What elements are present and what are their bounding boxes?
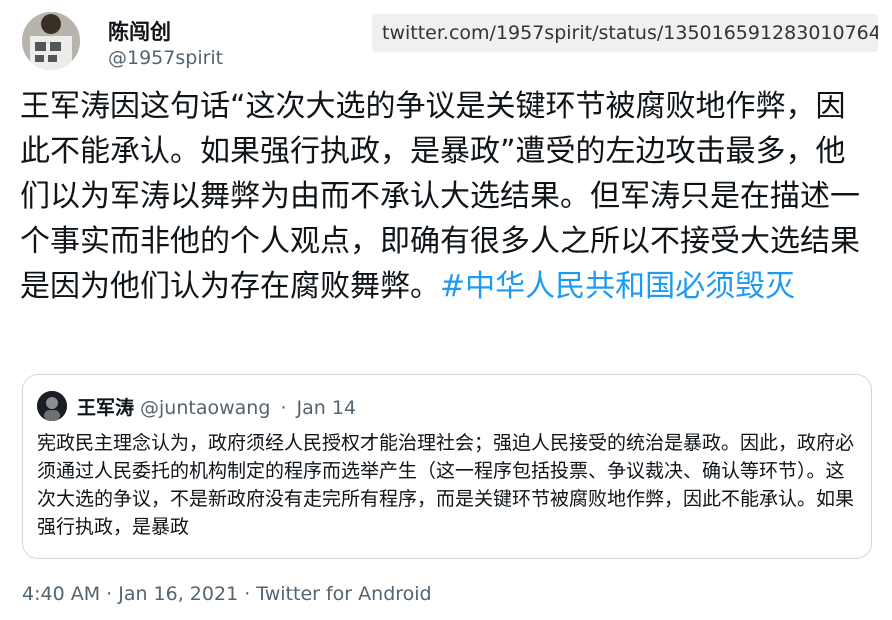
- quoted-display-name[interactable]: 王军涛: [77, 397, 134, 419]
- quoted-author-avatar[interactable]: [37, 391, 67, 421]
- hashtag-link[interactable]: #中华人民共和国必须毁灭: [440, 269, 795, 304]
- url-label: twitter.com/1957spirit/status/1350165912…: [372, 14, 878, 52]
- tweet-text: 王军涛因这句话“这次大选的争议是关键环节被腐败地作弊，因此不能承认。如果强行执政…: [20, 84, 875, 309]
- quoted-avatar-photo: [37, 391, 67, 421]
- author-handle[interactable]: @1957spirit: [108, 47, 223, 69]
- quoted-handle[interactable]: @juntaowang: [140, 397, 270, 419]
- author-avatar[interactable]: [22, 12, 80, 70]
- quoted-tweet-header: 王军涛 @juntaowang · Jan 14: [77, 393, 356, 420]
- quoted-tweet-card[interactable]: 王军涛 @juntaowang · Jan 14 宪政民主理念认为，政府须经人民授…: [22, 374, 872, 559]
- tweet-timestamp[interactable]: 4:40 AM · Jan 16, 2021 · Twitter for And…: [22, 583, 432, 605]
- author-avatar-photo: [22, 12, 80, 70]
- author-display-name[interactable]: 陈闯创: [108, 16, 171, 46]
- quoted-date[interactable]: Jan 14: [297, 397, 357, 419]
- meta-separator: ·: [280, 397, 287, 419]
- quoted-tweet-text: 宪政民主理念认为，政府须经人民授权才能治理社会；强迫人民接受的统治是暴政。因此，…: [37, 432, 855, 538]
